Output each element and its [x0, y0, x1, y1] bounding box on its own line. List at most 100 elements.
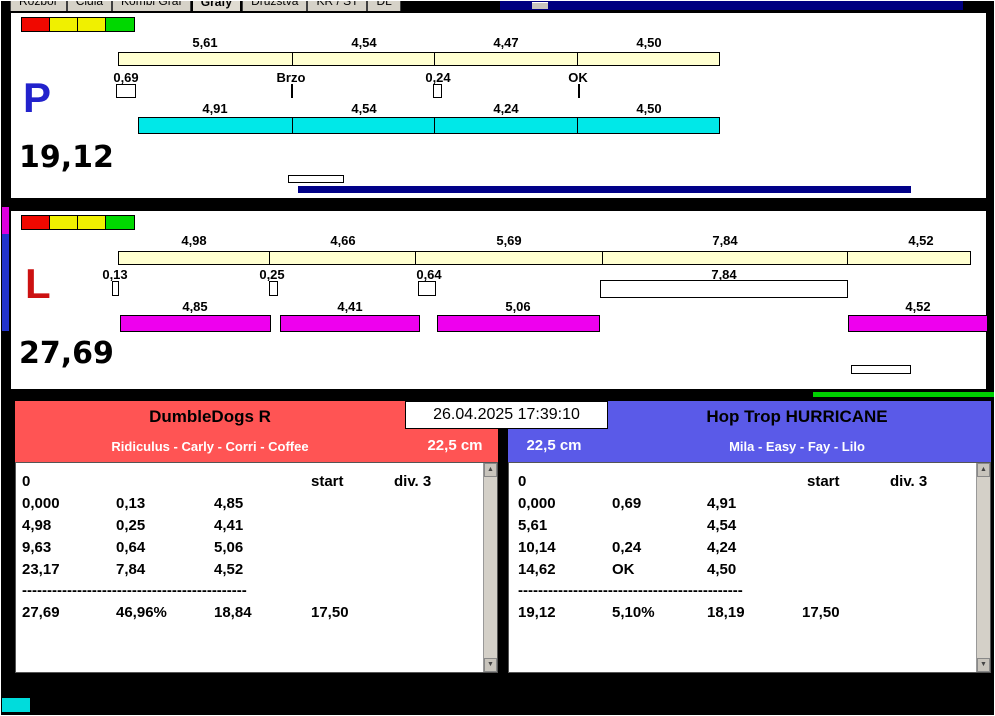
event-label: 0,69	[113, 70, 139, 85]
split-bar-segment	[577, 52, 720, 66]
team-left-results: 0 start div. 3 0,000 0,13 4,85 4,98 0,25…	[15, 462, 498, 673]
tab-rozbor[interactable]: Rozbor	[10, 1, 67, 11]
start-interval-box	[116, 84, 136, 98]
lap-bar-segment	[120, 315, 271, 332]
table-cell: start	[311, 473, 344, 490]
change-interval-box	[433, 84, 442, 98]
table-separator: ----------------------------------------…	[518, 582, 743, 599]
lap-time-label: 4,85	[182, 299, 208, 314]
marker-box	[288, 175, 344, 183]
start-lights-p	[21, 17, 135, 32]
change-interval-box	[418, 281, 436, 296]
table-cell: 0,000	[22, 495, 60, 512]
event-label: 0,13	[102, 267, 128, 282]
event-label: 0,64	[416, 267, 442, 282]
table-cell: 0,25	[116, 517, 146, 534]
split-time-label: 7,84	[712, 233, 738, 248]
app-window: Rozbor Cidla Kombi Graf Grafy Družstva K…	[0, 0, 995, 716]
table-cell: 0,24	[612, 539, 642, 556]
lap-time-label: 4,91	[202, 101, 228, 116]
lane-total-l: 27,69	[19, 336, 114, 371]
titlebar-button[interactable]	[532, 2, 548, 9]
lap-bar-segment	[138, 117, 293, 134]
lane-letter-l: L	[25, 260, 51, 307]
scrollbar[interactable]: ▲ ▼	[976, 463, 990, 672]
table-cell: 0,000	[518, 495, 556, 512]
tab-dl[interactable]: DL	[367, 1, 401, 11]
table-total-cell: 19,12	[518, 604, 556, 621]
team-left-jump-height: 22,5 cm	[427, 437, 483, 454]
lane-p-panel: 5,61 4,54 4,47 4,50 0,69 Brzo 0,24 OK 4,…	[9, 11, 988, 200]
table-cell: 0,13	[116, 495, 146, 512]
tab-grafy[interactable]: Grafy	[190, 1, 243, 11]
table-cell: div. 3	[890, 473, 928, 490]
start-interval-box	[112, 281, 119, 296]
table-cell: div. 3	[394, 473, 432, 490]
light-yellow-2	[78, 216, 106, 229]
progress-green-bar	[813, 392, 994, 397]
event-tick	[291, 84, 293, 98]
split-bar-segment	[269, 251, 416, 265]
tab-row: Rozbor Cidla Kombi Graf Grafy Družstva K…	[10, 1, 401, 11]
tab-kr-st[interactable]: KR / ST	[307, 1, 368, 11]
lap-bar-segment	[577, 117, 720, 134]
datetime-display: 26.04.2025 17:39:10	[405, 401, 608, 429]
event-label: 0,24	[425, 70, 451, 85]
table-cell: 10,14	[518, 539, 556, 556]
split-bar-segment	[292, 52, 435, 66]
scroll-down-button[interactable]: ▼	[977, 658, 990, 672]
table-total-cell: 46,96%	[116, 604, 167, 621]
table-cell: 4,85	[214, 495, 244, 512]
table-cell: 7,84	[116, 561, 146, 578]
tab-kombi-graf[interactable]: Kombi Graf	[112, 1, 191, 11]
split-bar-segment	[602, 251, 848, 265]
event-tick	[578, 84, 580, 98]
table-cell: OK	[612, 561, 635, 578]
scrollbar[interactable]: ▲ ▼	[483, 463, 497, 672]
event-label: 0,25	[259, 267, 285, 282]
table-cell: 9,63	[22, 539, 52, 556]
team-right-name: Hop Trop HURRICANE	[706, 407, 888, 426]
table-total-cell: 27,69	[22, 604, 60, 621]
lap-time-label: 5,06	[505, 299, 531, 314]
start-lights-l	[21, 215, 135, 230]
table-total-cell: 17,50	[802, 604, 840, 621]
table-total-cell: 17,50	[311, 604, 349, 621]
split-bar-segment	[434, 52, 578, 66]
light-green	[106, 18, 134, 31]
split-time-label: 4,66	[330, 233, 356, 248]
table-cell: 0,64	[116, 539, 146, 556]
light-red	[22, 18, 50, 31]
lap-bar-segment	[848, 315, 988, 332]
lane-total-p: 19,12	[19, 140, 114, 175]
table-cell: 4,24	[707, 539, 737, 556]
split-bar-segment	[118, 52, 293, 66]
progress-navy-bar	[298, 186, 911, 193]
team-left-dogs: Ridiculus - Carly - Corri - Coffee	[111, 439, 309, 454]
lap-bar-segment	[280, 315, 420, 332]
titlebar-fragment	[500, 1, 963, 10]
scroll-up-button[interactable]: ▲	[484, 463, 497, 477]
split-time-label: 4,47	[493, 35, 519, 50]
table-cell: 4,41	[214, 517, 244, 534]
table-cell: 0	[518, 473, 527, 490]
light-red	[22, 216, 50, 229]
lap-bar-segment	[434, 117, 578, 134]
split-time-label: 4,52	[908, 233, 934, 248]
light-yellow-1	[50, 216, 78, 229]
table-cell: 4,98	[22, 517, 52, 534]
event-label: Brzo	[276, 70, 306, 85]
table-cell: 0,69	[612, 495, 642, 512]
table-cell: 4,52	[214, 561, 244, 578]
tab-druzstva[interactable]: Družstva	[242, 1, 308, 11]
lap-time-label: 4,41	[337, 299, 363, 314]
team-right-dogs: Mila - Easy - Fay - Lilo	[729, 439, 865, 454]
scroll-down-button[interactable]: ▼	[484, 658, 497, 672]
table-cell: 4,91	[707, 495, 737, 512]
bottom-cyan-box	[2, 698, 30, 712]
table-total-cell: 18,84	[214, 604, 252, 621]
tab-cidla[interactable]: Cidla	[66, 1, 113, 11]
tab-bar: Rozbor Cidla Kombi Graf Grafy Družstva K…	[10, 1, 499, 11]
light-yellow-1	[50, 18, 78, 31]
scroll-up-button[interactable]: ▲	[977, 463, 990, 477]
